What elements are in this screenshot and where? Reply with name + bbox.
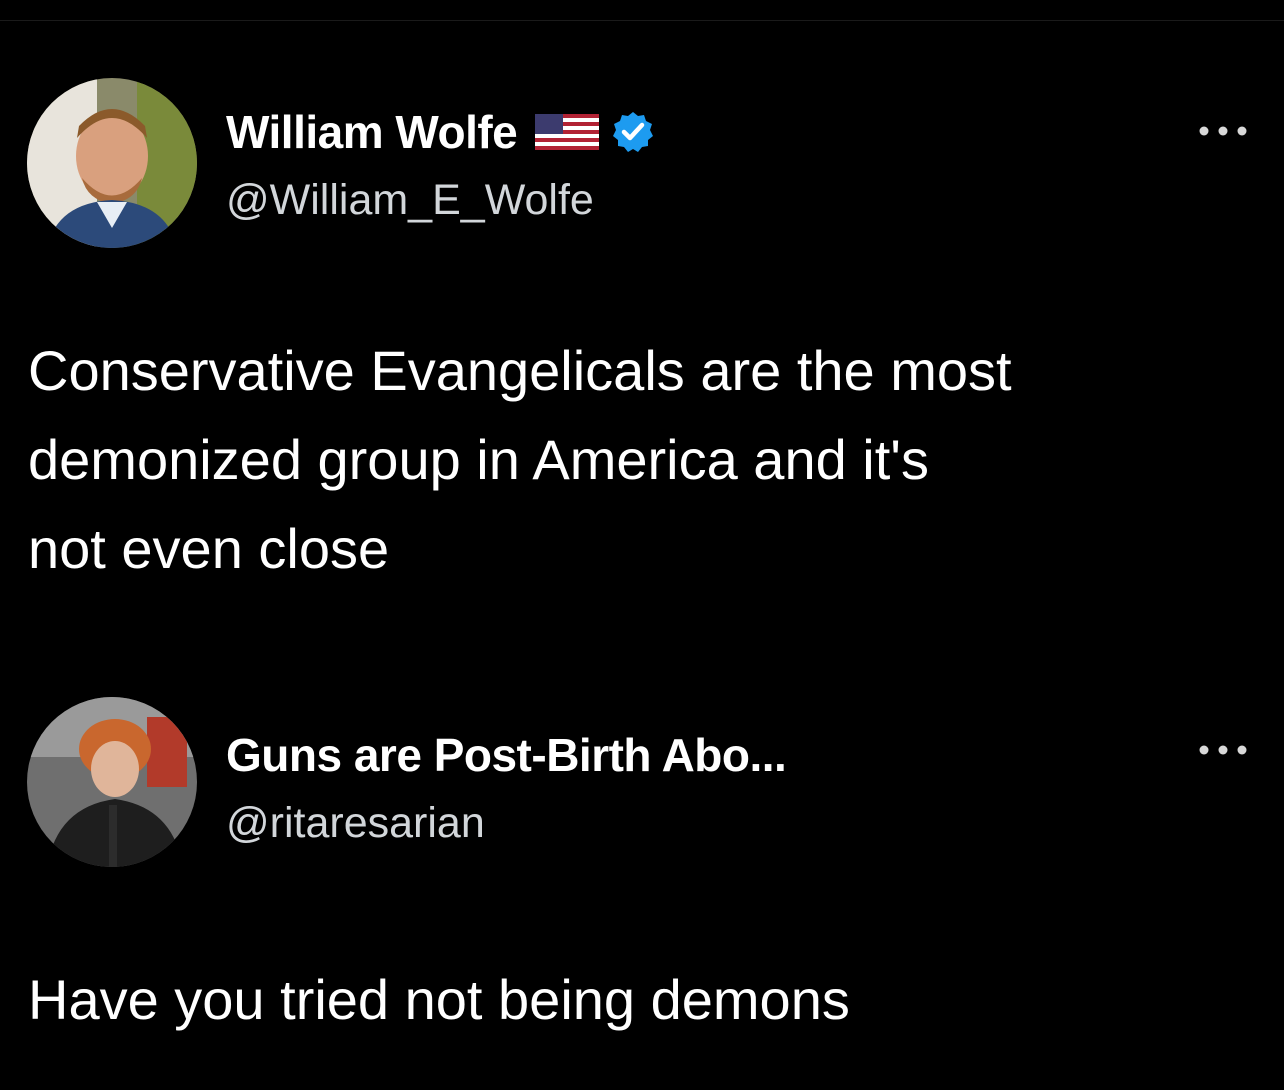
avatar[interactable]: [27, 697, 197, 867]
handle[interactable]: @William_E_Wolfe: [226, 176, 655, 225]
us-flag-icon: [535, 114, 600, 150]
author-names: William Wolfe @William_E_Wolfe: [226, 104, 655, 225]
avatar[interactable]: [27, 78, 197, 248]
handle[interactable]: @ritaresarian: [226, 799, 786, 848]
more-options-icon[interactable]: [1196, 124, 1256, 138]
verified-icon: [611, 110, 655, 154]
author-names: Guns are Post-Birth Abo... @ritaresarian: [226, 727, 787, 848]
tweet-screenshot: William Wolfe @William_E_Wolfe Conservat…: [0, 0, 1284, 1090]
tweet-text: Conservative Evangelicals are the most d…: [28, 339, 1012, 580]
more-options-icon[interactable]: [1196, 743, 1256, 757]
display-name[interactable]: Guns are Post-Birth Abo...: [226, 728, 787, 782]
tweet-text: Have you tried not being demons: [28, 968, 850, 1031]
display-name[interactable]: William Wolfe: [226, 105, 518, 159]
top-divider: [0, 20, 1284, 21]
